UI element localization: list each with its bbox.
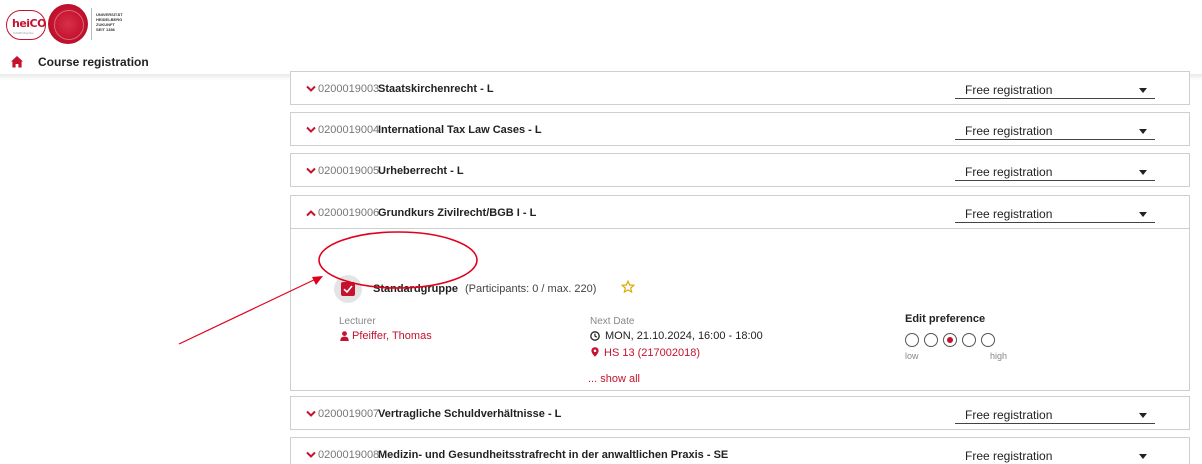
course-number: 0200019007 (318, 408, 380, 420)
clock-icon (590, 331, 600, 341)
registration-select[interactable]: Free registration (955, 123, 1155, 140)
show-all-link[interactable]: ... show all (588, 373, 640, 385)
dropdown-caret-icon (1139, 413, 1147, 418)
course-name[interactable]: Medizin- und Gesundheitsstrafrecht in de… (378, 449, 728, 461)
group-checkbox[interactable] (341, 282, 355, 296)
course-row[interactable]: 0200019004 International Tax Law Cases -… (290, 112, 1190, 146)
group-name: Standardgruppe (373, 283, 458, 295)
registration-select-value: Free registration (965, 449, 1053, 463)
next-date-label: Next Date (590, 316, 635, 327)
header-logo[interactable]: heiCO CAMPUSonline UNIVERSITÄT HEIDELBER… (0, 0, 400, 52)
registration-select-value: Free registration (965, 408, 1053, 422)
dropdown-caret-icon (1139, 170, 1147, 175)
course-number: 0200019003 (318, 83, 380, 95)
registration-select[interactable]: Free registration (955, 164, 1155, 181)
course-name[interactable]: Staatskirchenrecht - L (378, 83, 494, 95)
preference-radio-1[interactable] (905, 333, 919, 347)
course-name[interactable]: International Tax Law Cases - L (378, 124, 542, 136)
dropdown-caret-icon (1139, 212, 1147, 217)
registration-select[interactable]: Free registration (955, 448, 1155, 464)
lecturer-link[interactable]: Pfeiffer, Thomas (352, 330, 432, 342)
registration-select[interactable]: Free registration (955, 206, 1155, 223)
chevron-down-icon[interactable] (306, 85, 316, 93)
chevron-down-icon[interactable] (306, 126, 316, 134)
course-name[interactable]: Urheberrecht - L (378, 165, 464, 177)
preference-radio-3[interactable] (943, 333, 957, 347)
participants-count: (Participants: 0 / max. 220) (465, 283, 597, 295)
chevron-up-icon[interactable] (306, 209, 316, 217)
course-number: 0200019004 (318, 124, 380, 136)
room-link[interactable]: HS 13 (217002018) (604, 347, 700, 359)
preference-radio-2[interactable] (924, 333, 938, 347)
dropdown-caret-icon (1139, 88, 1147, 93)
course-row[interactable]: 0200019008 Medizin- und Gesundheitsstraf… (290, 437, 1190, 464)
logo-divider (91, 8, 92, 40)
chevron-down-icon[interactable] (306, 451, 316, 459)
course-number: 0200019005 (318, 165, 380, 177)
preference-title: Edit preference (905, 313, 986, 325)
page-title: Course registration (38, 55, 149, 69)
check-icon (343, 285, 353, 294)
preference-radio-4[interactable] (962, 333, 976, 347)
course-name[interactable]: Grundkurs Zivilrecht/BGB I - L (378, 207, 536, 219)
course-number: 0200019008 (318, 449, 380, 461)
registration-select-value: Free registration (965, 165, 1053, 179)
registration-select[interactable]: Free registration (955, 82, 1155, 99)
preference-radio-5[interactable] (981, 333, 995, 347)
group-panel: Standardgruppe (Participants: 0 / max. 2… (290, 229, 1190, 391)
star-icon[interactable] (621, 280, 635, 294)
person-icon (340, 331, 349, 341)
lecturer-label: Lecturer (339, 316, 376, 327)
chevron-down-icon[interactable] (306, 410, 316, 418)
university-name-logo: UNIVERSITÄT HEIDELBERG ZUKUNFT SEIT 1386 (96, 12, 123, 32)
dropdown-caret-icon (1139, 129, 1147, 134)
logo-text: heiCO (12, 17, 47, 30)
logo-subtext: CAMPUSonline (13, 31, 34, 35)
course-number: 0200019006 (318, 207, 380, 219)
course-row[interactable]: 0200019005 Urheberrecht - L Free registr… (290, 153, 1190, 187)
dropdown-caret-icon (1139, 454, 1147, 459)
preference-low-label: low (905, 351, 919, 361)
registration-select[interactable]: Free registration (955, 407, 1155, 424)
heico-logo: heiCO CAMPUSonline (6, 10, 47, 40)
course-name[interactable]: Vertragliche Schuldverhältnisse - L (378, 408, 561, 420)
preference-high-label: high (990, 351, 1008, 361)
course-row-expanded[interactable]: 0200019006 Grundkurs Zivilrecht/BGB I - … (290, 195, 1190, 229)
home-icon[interactable] (10, 55, 24, 69)
university-seal-logo (48, 4, 88, 44)
registration-select-value: Free registration (965, 207, 1053, 221)
registration-select-value: Free registration (965, 83, 1053, 97)
map-pin-icon (591, 347, 599, 357)
chevron-down-icon[interactable] (306, 167, 316, 175)
next-date-value: MON, 21.10.2024, 16:00 - 18:00 (605, 330, 763, 342)
course-row[interactable]: 0200019003 Staatskirchenrecht - L Free r… (290, 71, 1190, 105)
course-row[interactable]: 0200019007 Vertragliche Schuldverhältnis… (290, 396, 1190, 430)
registration-select-value: Free registration (965, 124, 1053, 138)
